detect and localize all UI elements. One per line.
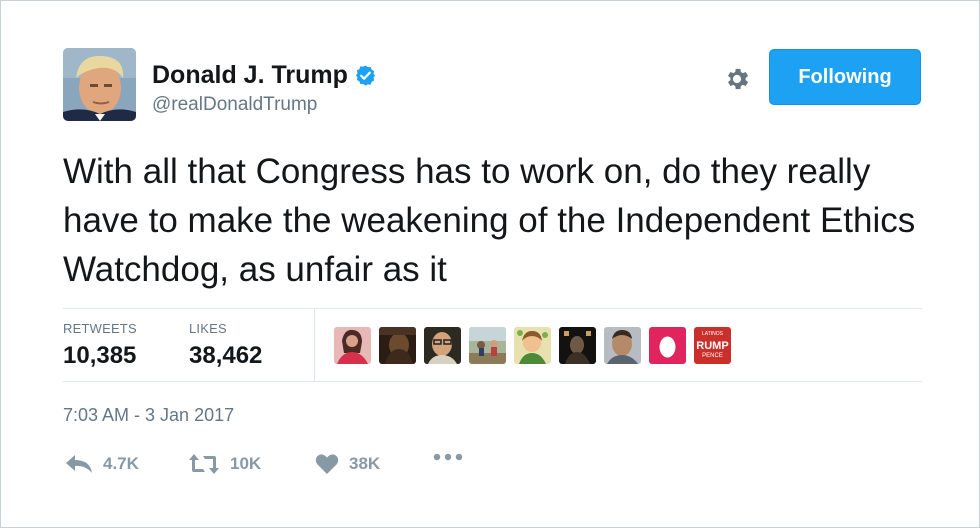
stats-divider: [314, 309, 315, 381]
profile-avatar[interactable]: [63, 48, 136, 121]
liker-avatar[interactable]: [514, 327, 551, 364]
display-name[interactable]: Donald J. Trump: [152, 61, 377, 90]
liker-avatar[interactable]: [604, 327, 641, 364]
trump-pence-sign-avatar[interactable]: LATINOS RUMP PENCE: [694, 327, 731, 364]
user-handle[interactable]: @realDonaldTrump: [152, 94, 317, 116]
likers-avatars: LATINOS RUMP PENCE: [334, 327, 731, 364]
liker-avatar[interactable]: [379, 327, 416, 364]
like-count: 38K: [349, 454, 381, 473]
following-button[interactable]: Following: [769, 49, 921, 105]
sign-text-bot: PENCE: [702, 353, 723, 359]
verified-badge-icon: [355, 65, 375, 86]
retweet-button[interactable]: 10K: [188, 453, 261, 475]
liker-avatar[interactable]: [334, 327, 371, 364]
display-name-text: Donald J. Trump: [152, 61, 348, 89]
egg-avatar[interactable]: [649, 327, 686, 364]
tweet-timestamp[interactable]: 7:03 AM - 3 Jan 2017: [63, 405, 234, 426]
tweet-card: Donald J. Trump @realDonaldTrump Followi…: [0, 0, 980, 528]
liker-avatar[interactable]: [559, 327, 596, 364]
gear-icon[interactable]: [723, 65, 751, 93]
retweets-label: RETWEETS: [63, 321, 137, 336]
tweet-text: With all that Congress has to work on, d…: [63, 152, 916, 289]
divider: [63, 381, 922, 382]
retweet-icon: [189, 454, 219, 474]
likes-count[interactable]: 38,462: [189, 342, 262, 370]
divider: [63, 308, 922, 309]
like-button[interactable]: 38K: [315, 453, 380, 475]
heart-icon: [315, 454, 339, 474]
reply-icon: [66, 455, 92, 473]
more-dots-icon: [433, 453, 463, 461]
retweets-count[interactable]: 10,385: [63, 342, 136, 370]
reply-button[interactable]: 4.7K: [65, 453, 139, 475]
likes-label: LIKES: [189, 321, 227, 336]
reply-count: 4.7K: [103, 454, 139, 473]
sign-text-top: LATINOS: [702, 331, 724, 337]
sign-text-mid: RUMP: [696, 340, 728, 352]
liker-avatar[interactable]: [424, 327, 461, 364]
retweet-count: 10K: [230, 454, 262, 473]
liker-avatar[interactable]: [469, 327, 506, 364]
more-options-button[interactable]: [433, 453, 465, 461]
